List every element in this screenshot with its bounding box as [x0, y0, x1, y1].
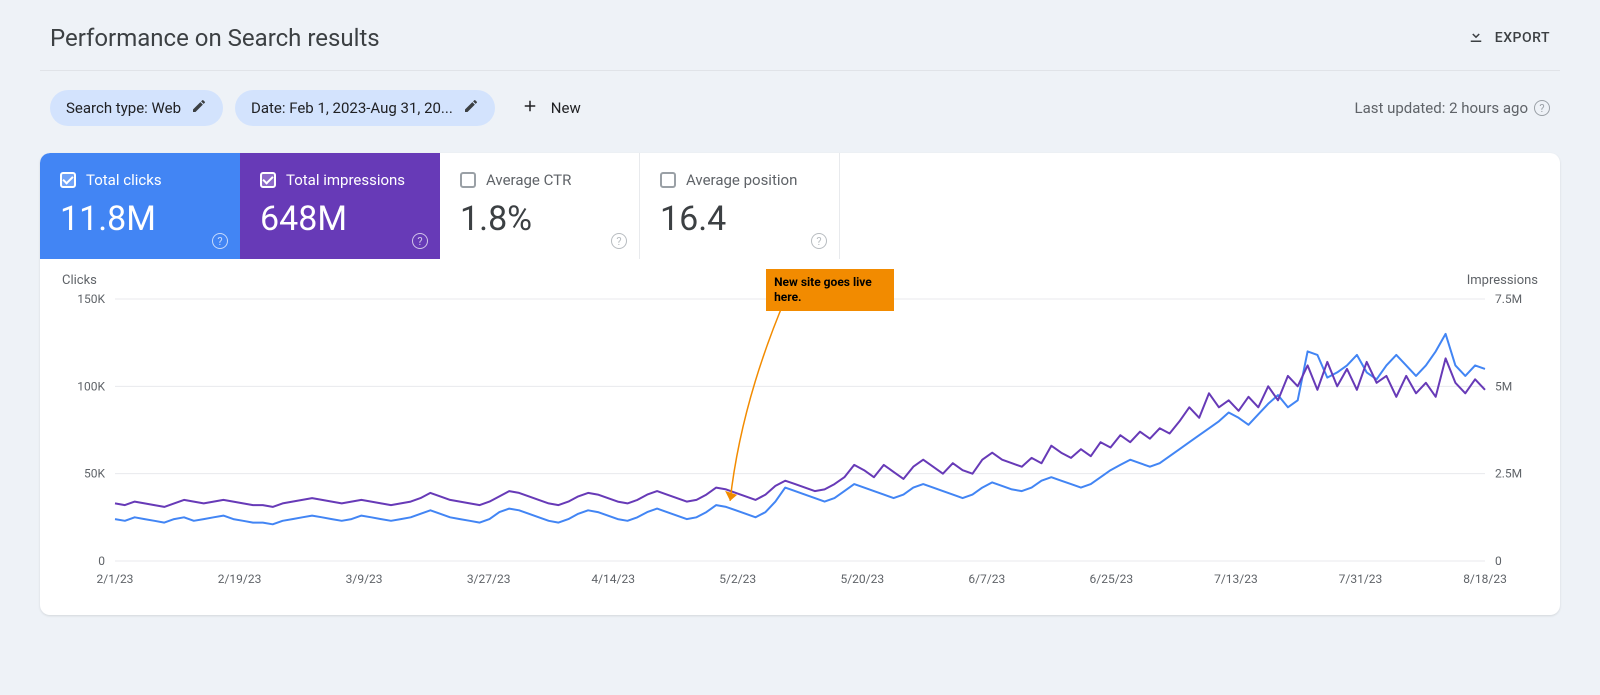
- filter-chips: Search type: Web Date: Feb 1, 2023-Aug 3…: [50, 89, 595, 127]
- page-title: Performance on Search results: [50, 24, 380, 52]
- date-range-chip[interactable]: Date: Feb 1, 2023-Aug 31, 20...: [235, 90, 495, 126]
- checkbox-unchecked-icon: [460, 172, 476, 188]
- help-icon[interactable]: ?: [811, 233, 827, 249]
- svg-text:2/1/23: 2/1/23: [97, 572, 134, 586]
- help-icon[interactable]: ?: [611, 233, 627, 249]
- new-filter-label: New: [551, 99, 581, 117]
- download-icon: [1467, 27, 1485, 49]
- chart-area: Clicks Impressions New site goes live he…: [40, 259, 1560, 615]
- date-range-chip-label: Date: Feb 1, 2023-Aug 31, 20...: [251, 99, 453, 117]
- header: Performance on Search results EXPORT: [40, 0, 1560, 71]
- search-type-chip[interactable]: Search type: Web: [50, 90, 223, 126]
- metric-value: 1.8%: [460, 199, 619, 239]
- svg-text:150K: 150K: [77, 292, 105, 306]
- checkbox-checked-icon: [60, 172, 76, 188]
- svg-text:7/13/23: 7/13/23: [1214, 572, 1258, 586]
- svg-text:5/20/23: 5/20/23: [840, 572, 884, 586]
- metric-average-position[interactable]: Average position 16.4 ?: [640, 153, 840, 259]
- svg-text:2/19/23: 2/19/23: [218, 572, 262, 586]
- svg-text:6/25/23: 6/25/23: [1090, 572, 1134, 586]
- metric-value: 11.8M: [60, 199, 220, 239]
- svg-text:7/31/23: 7/31/23: [1339, 572, 1383, 586]
- help-icon[interactable]: ?: [1534, 100, 1550, 116]
- help-icon[interactable]: ?: [412, 233, 428, 249]
- metric-label: Average position: [686, 171, 797, 189]
- filter-row: Search type: Web Date: Feb 1, 2023-Aug 3…: [40, 71, 1560, 153]
- metric-value: 16.4: [660, 199, 819, 239]
- pencil-icon: [191, 98, 207, 118]
- svg-text:100K: 100K: [77, 379, 105, 393]
- line-chart[interactable]: 0 0 50K 2.5M 100K 5M 150K 7.5M 2/1/23 2/19/23 3/9/…: [60, 271, 1540, 591]
- last-updated-text: Last updated: 2 hours ago: [1354, 99, 1528, 117]
- svg-text:5M: 5M: [1495, 379, 1512, 393]
- help-icon[interactable]: ?: [212, 233, 228, 249]
- performance-card: Total clicks 11.8M ? Total impressions 6…: [40, 153, 1560, 615]
- svg-text:0: 0: [1495, 554, 1502, 568]
- metric-average-ctr[interactable]: Average CTR 1.8% ?: [440, 153, 640, 259]
- last-updated: Last updated: 2 hours ago ?: [1354, 99, 1550, 117]
- metric-label: Total impressions: [286, 171, 405, 189]
- metric-total-impressions[interactable]: Total impressions 648M ?: [240, 153, 440, 259]
- svg-text:7.5M: 7.5M: [1495, 292, 1522, 306]
- svg-text:6/7/23: 6/7/23: [968, 572, 1005, 586]
- svg-text:50K: 50K: [84, 467, 105, 481]
- new-filter-button[interactable]: New: [507, 89, 595, 127]
- checkbox-unchecked-icon: [660, 172, 676, 188]
- svg-text:8/18/23: 8/18/23: [1463, 572, 1507, 586]
- metric-tabs: Total clicks 11.8M ? Total impressions 6…: [40, 153, 1560, 259]
- svg-text:3/9/23: 3/9/23: [346, 572, 383, 586]
- y-axis-left-title: Clicks: [62, 273, 97, 288]
- export-label: EXPORT: [1495, 30, 1550, 46]
- pencil-icon: [463, 98, 479, 118]
- plus-icon: [521, 97, 539, 119]
- checkbox-checked-icon: [260, 172, 276, 188]
- metric-label: Total clicks: [86, 171, 162, 189]
- metric-label: Average CTR: [486, 171, 571, 189]
- metric-value: 648M: [260, 199, 420, 239]
- metric-total-clicks[interactable]: Total clicks 11.8M ?: [40, 153, 240, 259]
- svg-text:3/27/23: 3/27/23: [467, 572, 511, 586]
- svg-text:5/2/23: 5/2/23: [719, 572, 756, 586]
- search-type-chip-label: Search type: Web: [66, 99, 181, 117]
- annotation-text: New site goes live here.: [774, 275, 872, 304]
- export-button[interactable]: EXPORT: [1467, 27, 1550, 49]
- y-axis-right-title: Impressions: [1467, 273, 1538, 288]
- annotation-callout: New site goes live here.: [766, 269, 894, 311]
- svg-text:4/14/23: 4/14/23: [591, 572, 635, 586]
- svg-text:2.5M: 2.5M: [1495, 467, 1522, 481]
- svg-text:0: 0: [98, 554, 105, 568]
